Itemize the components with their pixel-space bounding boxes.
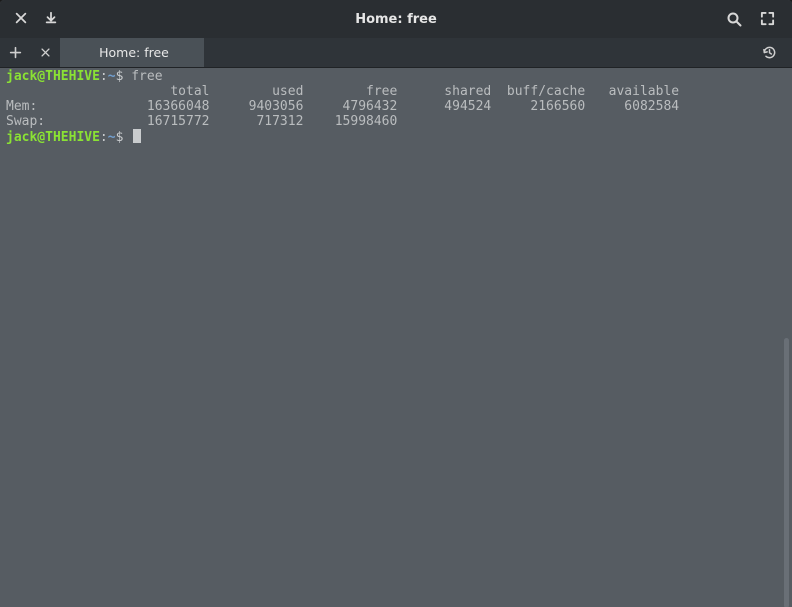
terminal-window: Home: free Home: free [0, 0, 792, 607]
terminal-cursor [133, 129, 141, 143]
terminal-output: jack@THEHIVE:~$ free total used free sha… [6, 69, 792, 145]
terminal-body[interactable]: jack@THEHIVE:~$ free total used free sha… [0, 68, 792, 607]
window-titlebar[interactable]: Home: free [0, 0, 792, 38]
new-tab-button[interactable] [0, 38, 30, 68]
terminal-scroll[interactable]: jack@THEHIVE:~$ free total used free sha… [6, 69, 792, 607]
history-icon[interactable] [762, 45, 778, 61]
tab-active[interactable]: Home: free [60, 38, 205, 67]
close-icon[interactable] [14, 11, 30, 27]
tab-bar-left [0, 38, 60, 67]
tab-label: Home: free [99, 45, 169, 60]
tab-bar-right [762, 38, 792, 67]
window-title: Home: free [0, 12, 792, 27]
download-icon[interactable] [44, 11, 60, 27]
tab-bar: Home: free [0, 38, 792, 68]
fullscreen-icon[interactable] [760, 11, 776, 27]
scrollbar-thumb[interactable] [784, 338, 789, 607]
close-tab-button[interactable] [30, 38, 60, 68]
titlebar-right-controls [726, 11, 792, 27]
search-icon[interactable] [726, 11, 742, 27]
titlebar-left-controls [0, 11, 60, 27]
